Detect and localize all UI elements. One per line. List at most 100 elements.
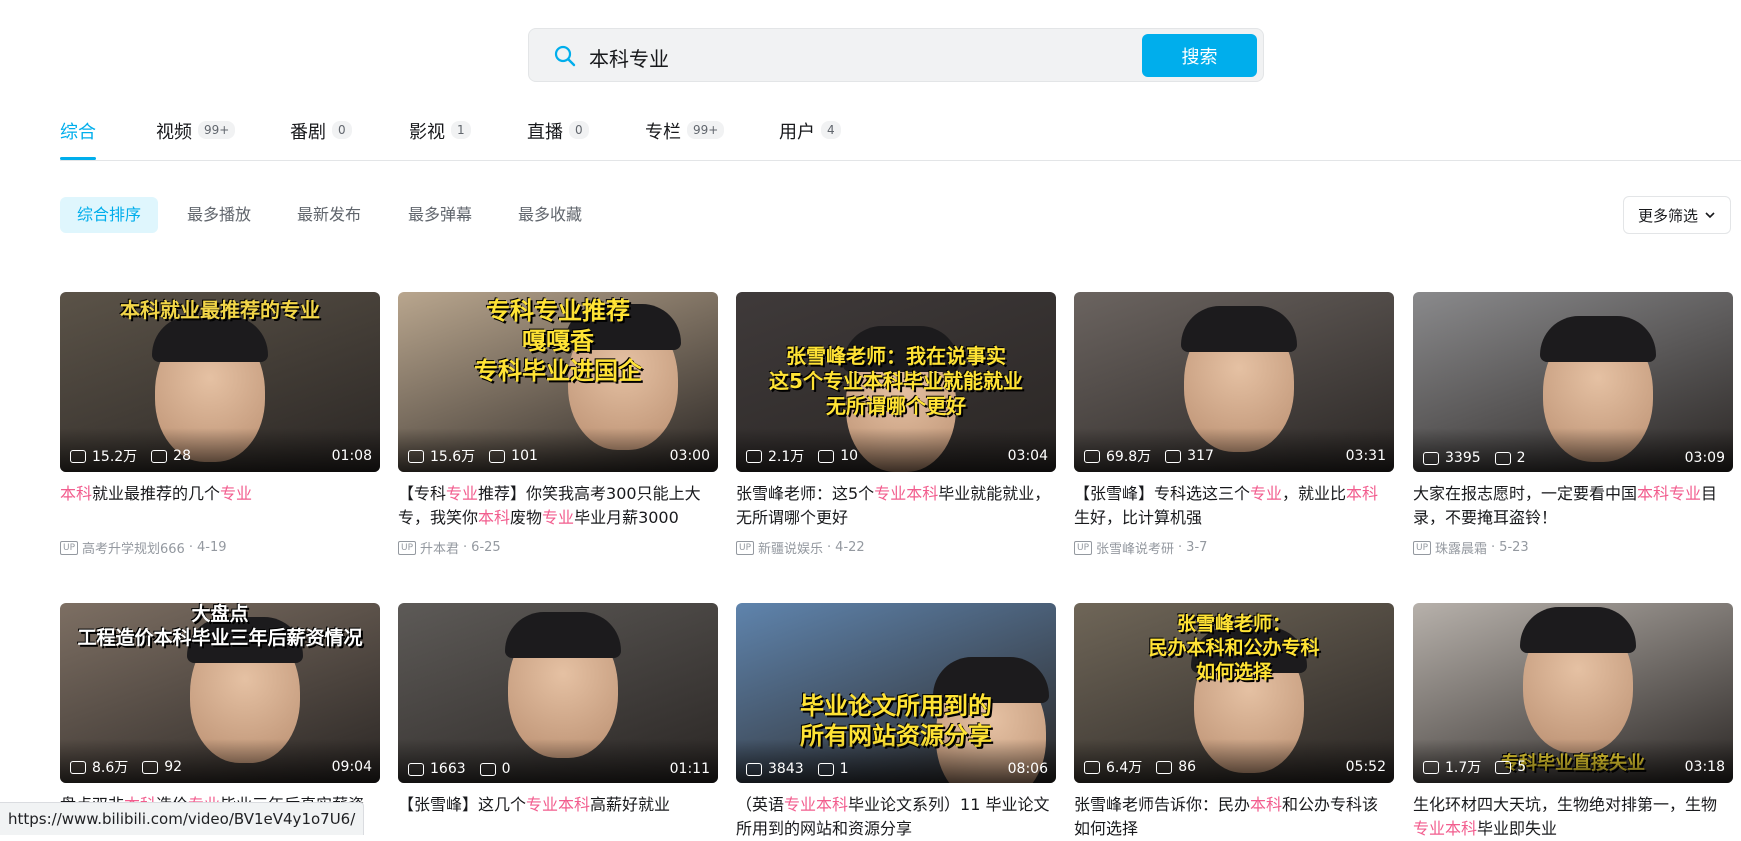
up-icon: UP <box>736 540 755 555</box>
title-text: 【张雪峰】专科选这三个 <box>1074 484 1251 503</box>
thumbnail-caption: 张雪峰老师： 民办本科和公办专科 如何选择 <box>1148 613 1320 683</box>
sort-newest[interactable]: 最新发布 <box>297 197 361 233</box>
video-duration: 01:11 <box>669 761 710 777</box>
tab-all[interactable]: 综合 <box>60 118 96 160</box>
search-button[interactable]: 搜索 <box>1142 34 1257 77</box>
sort-default[interactable]: 综合排序 <box>60 197 159 233</box>
play-count-icon <box>70 760 86 774</box>
tab-live[interactable]: 直播 0 <box>527 118 589 160</box>
video-thumbnail[interactable]: 3395 2 03:09 <box>1413 292 1733 472</box>
danmaku-icon <box>817 762 834 776</box>
danmaku-icon <box>1494 451 1511 465</box>
result-type-tabs: 综合 视频 99+ 番剧 0 影视 1 直播 0 专栏 99+ 用户 4 <box>60 112 1741 161</box>
up-icon: UP <box>1413 540 1432 555</box>
video-title[interactable]: 大家在报志愿时，一定要看中国本科专业目录，不要掩耳盗铃！ <box>1413 482 1733 530</box>
keyword-highlight: 专业本科 <box>526 795 591 814</box>
video-card[interactable]: 张雪峰老师：我在说事实 这5个专业本科毕业就能就业 无所谓哪个更好 2.1万 10 0… <box>736 292 1056 557</box>
title-text: 毕业月薪3000 <box>574 508 679 527</box>
video-title[interactable]: 【专科专业推荐】你笑我高考300只能上大专，我笑你本科废物专业毕业月薪3000 <box>398 482 718 530</box>
tab-user[interactable]: 用户 4 <box>779 118 841 160</box>
video-thumbnail[interactable]: 本科就业最推荐的专业 15.2万 28 01:08 <box>60 292 380 472</box>
video-thumbnail[interactable]: 专科毕业直接失业1.7万503:18 <box>1413 603 1733 783</box>
video-title[interactable]: （英语专业本科毕业论文系列）11 毕业论文所用到的网站和资源分享 <box>736 793 1056 841</box>
keyword-highlight: 专业本科 <box>874 484 939 503</box>
sort-most-played[interactable]: 最多播放 <box>187 197 251 233</box>
video-card[interactable]: 专科专业推荐 嘎嘎香 专科毕业进国企 15.6万 101 03:00 【专科专业推荐】你… <box>398 292 718 557</box>
up-icon: UP <box>60 540 79 555</box>
play-count-icon <box>746 449 762 463</box>
danmaku-count: 1 <box>839 761 849 777</box>
video-thumbnail[interactable]: 大盘点 工程造价本科毕业三年后薪资情况 8.6万 92 09:04 <box>60 603 380 783</box>
danmaku-icon <box>1165 449 1182 463</box>
play-count-icon <box>746 762 762 776</box>
thumbnail-hair <box>505 612 621 658</box>
video-title[interactable]: 张雪峰老师：这5个专业本科毕业就能就业，无所谓哪个更好 <box>736 482 1056 530</box>
danmaku-icon <box>1495 760 1512 774</box>
title-text: 大家在报志愿时，一定要看中国 <box>1413 484 1638 503</box>
danmaku-count: 101 <box>511 448 538 464</box>
danmaku-count: 28 <box>173 448 191 464</box>
author-name[interactable]: 高考升学规划666 <box>82 538 185 557</box>
video-thumbnail[interactable]: 张雪峰老师： 民办本科和公办专科 如何选择 6.4万 86 05:52 <box>1074 603 1394 783</box>
view-count: 3843 <box>768 761 804 777</box>
title-text: 就业最推荐的几个 <box>92 484 221 503</box>
danmaku-count: 86 <box>1178 759 1197 775</box>
video-thumbnail[interactable]: 毕业论文所用到的 所有网站资源分享 3843 1 08:06 <box>736 603 1056 783</box>
separator: · <box>463 540 468 555</box>
video-stats: 15.6万 101 03:00 <box>408 446 710 466</box>
sort-most-favorited[interactable]: 最多收藏 <box>518 197 582 233</box>
author-name[interactable]: 升本君 <box>420 538 459 557</box>
sort-most-danmaku[interactable]: 最多弹幕 <box>408 197 472 233</box>
video-title[interactable]: 生化环材四大天坑，生物绝对排第一，生物专业本科毕业即失业 <box>1413 793 1733 841</box>
video-thumbnail[interactable]: 专科专业推荐 嘎嘎香 专科毕业进国企 15.6万 101 03:00 <box>398 292 718 472</box>
keyword-highlight: 专业 <box>1250 484 1283 503</box>
video-stats: 1663 0 01:11 <box>408 761 710 777</box>
separator: · <box>188 540 193 555</box>
video-title[interactable]: 【张雪峰】专科选这三个专业，就业比本科生好，比计算机强 <box>1074 482 1394 530</box>
video-duration: 05:52 <box>1345 759 1386 775</box>
video-card[interactable]: 3395 2 03:09 大家在报志愿时，一定要看中国本科专业目录，不要掩耳盗铃！ UP… <box>1413 292 1733 557</box>
video-card[interactable]: 本科就业最推荐的专业 15.2万 28 01:08 本科就业最推荐的几个专业 UP 高考升学… <box>60 292 380 557</box>
danmaku-count: 5 <box>1517 759 1527 775</box>
video-thumbnail[interactable]: 张雪峰老师：我在说事实 这5个专业本科毕业就能就业 无所谓哪个更好 2.1万 10 0… <box>736 292 1056 472</box>
video-thumbnail[interactable]: 69.8万 317 03:31 <box>1074 292 1394 472</box>
thumbnail-hair <box>1181 306 1297 352</box>
video-title[interactable]: 张雪峰老师告诉你：民办本科和公办专科该如何选择 <box>1074 793 1394 841</box>
up-icon: UP <box>398 540 417 555</box>
title-text: 张雪峰老师：这5个 <box>736 484 875 503</box>
video-byline: UP 张雪峰说考研 · 3-7 <box>1074 538 1394 557</box>
tab-bangumi[interactable]: 番剧 0 <box>290 118 352 160</box>
video-stats: 6.4万 86 05:52 <box>1084 757 1386 777</box>
video-card[interactable]: 专科毕业直接失业1.7万503:18 生化环材四大天坑，生物绝对排第一，生物专业本… <box>1413 603 1733 841</box>
title-text: 生好，比计算机强 <box>1074 508 1203 527</box>
more-filter-button[interactable]: 更多筛选 <box>1623 196 1731 234</box>
author-name[interactable]: 珠露晨霜 <box>1435 538 1487 557</box>
view-count: 15.6万 <box>430 449 476 465</box>
tab-label: 直播 <box>527 122 563 143</box>
danmaku-icon <box>479 762 496 776</box>
up-icon: UP <box>1074 540 1093 555</box>
keyword-highlight: 本科专业 <box>1637 484 1702 503</box>
author-name[interactable]: 新疆说娱乐 <box>758 538 823 557</box>
video-card[interactable]: 69.8万 317 03:31 【张雪峰】专科选这三个专业，就业比本科生好，比计算机强… <box>1074 292 1394 557</box>
tab-count: 99+ <box>198 121 236 139</box>
play-count-icon <box>1084 760 1100 774</box>
tab-article[interactable]: 专栏 99+ <box>645 118 725 160</box>
separator: · <box>827 540 832 555</box>
video-card[interactable]: 张雪峰老师： 民办本科和公办专科 如何选择 6.4万 86 05:52 张雪峰老师告诉你… <box>1074 603 1394 841</box>
video-title[interactable]: 【张雪峰】这几个专业本科高薪好就业 <box>398 793 718 841</box>
danmaku-icon <box>1156 760 1173 774</box>
thumbnail-hair <box>1520 607 1636 653</box>
search-input[interactable] <box>587 39 1151 75</box>
video-title[interactable]: 本科就业最推荐的几个专业 <box>60 482 380 530</box>
keyword-highlight: 专业本科 <box>1413 819 1478 838</box>
title-text: 毕业即失业 <box>1477 819 1558 838</box>
tab-film[interactable]: 影视 1 <box>409 118 471 160</box>
video-thumbnail[interactable]: 1663 0 01:11 <box>398 603 718 783</box>
video-card[interactable]: 1663 0 01:11 【张雪峰】这几个专业本科高薪好就业 <box>398 603 718 841</box>
video-card[interactable]: 毕业论文所用到的 所有网站资源分享 3843 1 08:06 （英语专业本科毕业论文系列… <box>736 603 1056 841</box>
tab-video[interactable]: 视频 99+ <box>156 118 236 160</box>
title-text: 废物 <box>510 508 543 527</box>
play-count-icon <box>1084 449 1100 463</box>
author-name[interactable]: 张雪峰说考研 <box>1096 538 1174 557</box>
